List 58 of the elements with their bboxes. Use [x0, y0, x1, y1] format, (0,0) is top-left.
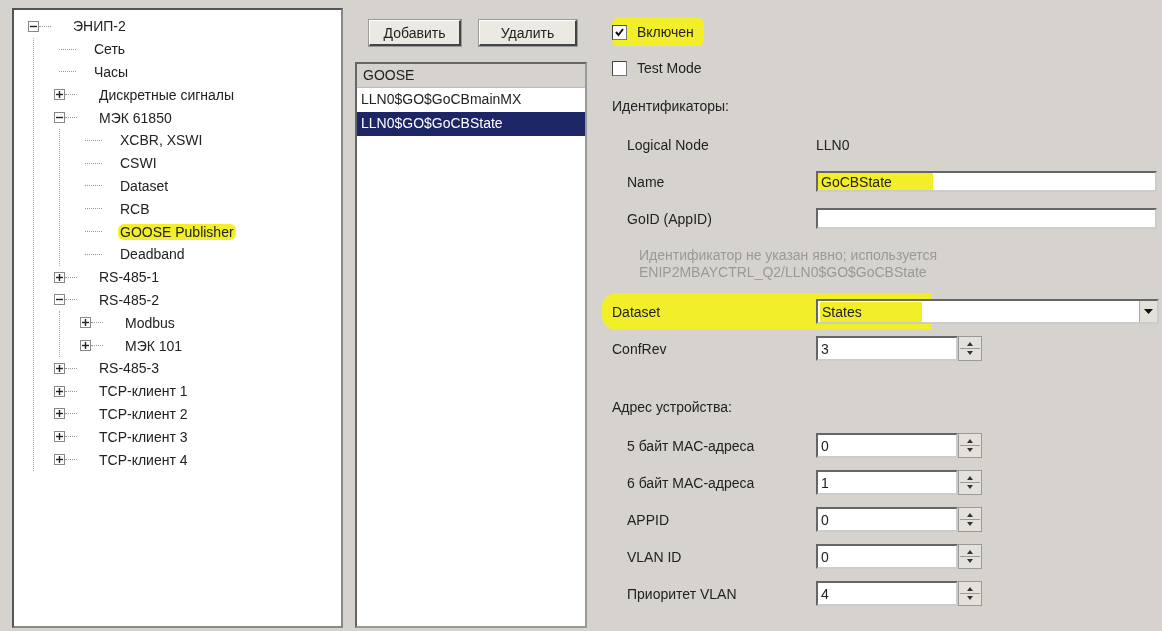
tree-item[interactable]: TCP-клиент 2 — [97, 405, 190, 422]
expand-icon[interactable] — [54, 408, 65, 420]
tree-item[interactable]: TCP-клиент 4 — [97, 451, 190, 468]
expand-icon[interactable] — [54, 89, 65, 101]
field-label: ConfRev — [612, 339, 668, 359]
field-label: Приоритет VLAN — [627, 584, 738, 604]
tree-item[interactable]: GOOSE Publisher — [118, 223, 236, 240]
tree-item[interactable]: Modbus — [123, 314, 177, 331]
field-value: LLN0 — [816, 135, 850, 155]
expand-icon[interactable] — [80, 340, 91, 352]
tree-item[interactable]: Сеть — [92, 41, 128, 58]
field-label: VLAN ID — [627, 547, 683, 567]
list-item[interactable]: LLN0$GO$GoCBmainMX — [357, 88, 585, 112]
section-heading: Адрес устройства: — [612, 399, 732, 415]
tree-item[interactable]: Часы — [92, 64, 131, 80]
tree-item[interactable]: RS-485-1 — [97, 269, 161, 286]
expand-icon[interactable] — [54, 385, 65, 397]
dropdown-arrow-icon[interactable] — [1144, 309, 1153, 314]
expand-icon[interactable] — [54, 362, 65, 374]
tree-item[interactable]: МЭК 61850 — [97, 109, 174, 126]
checkbox-label: Test Mode — [637, 59, 703, 78]
text-field[interactable]: GoCBState — [816, 171, 1157, 192]
tree-item[interactable]: Dataset — [118, 177, 171, 194]
tree-item[interactable]: CSWI — [118, 155, 159, 172]
field-label: APPID — [627, 510, 670, 530]
expand-icon[interactable] — [54, 431, 65, 443]
collapse-icon[interactable] — [54, 294, 65, 306]
delete-button[interactable]: Удалить — [479, 20, 577, 46]
tree-item[interactable]: XCBR, XSWI — [118, 132, 205, 149]
tree-item[interactable]: RCB — [118, 200, 152, 217]
hint-text: Идентификатор не указан явно; используется ENIP2MBAYCTRL_Q2/LLN0$GO$GoCBState — [638, 246, 939, 282]
expand-icon[interactable] — [54, 271, 65, 283]
collapse-icon[interactable] — [28, 20, 39, 32]
list-header: GOOSE — [357, 64, 585, 88]
tree-item[interactable]: ЭНИП-2 — [71, 18, 128, 35]
tree-item[interactable]: Дискретные сигналы — [97, 86, 237, 103]
tree-item[interactable]: RS-485-3 — [97, 360, 161, 377]
collapse-icon[interactable] — [54, 112, 65, 124]
field-label: Name — [627, 172, 666, 192]
tree-item[interactable]: TCP-клиент 1 — [97, 383, 190, 400]
field-label: GoID (AppID) — [627, 209, 713, 229]
field-label: 5 байт MAC-адреса — [627, 436, 756, 456]
expand-icon[interactable] — [54, 454, 65, 466]
add-button[interactable]: Добавить — [369, 20, 461, 46]
tree-item[interactable]: МЭК 101 — [123, 337, 185, 354]
field-label: Logical Node — [627, 135, 710, 155]
checkbox[interactable] — [612, 60, 627, 76]
tree-item[interactable]: Deadband — [118, 246, 187, 263]
dataset-dropdown[interactable]: States — [816, 299, 1159, 324]
checkbox[interactable] — [612, 24, 627, 40]
field-label: Dataset — [612, 302, 662, 322]
tree-item[interactable]: RS-485-2 — [97, 291, 161, 308]
section-heading: Идентификаторы: — [612, 98, 729, 114]
tree-item[interactable]: TCP-клиент 3 — [97, 428, 190, 445]
expand-icon[interactable] — [80, 317, 91, 329]
list-item[interactable]: LLN0$GO$GoCBState — [357, 112, 585, 136]
field-label: 6 байт MAC-адреса — [627, 473, 756, 493]
text-field[interactable] — [816, 208, 1157, 229]
